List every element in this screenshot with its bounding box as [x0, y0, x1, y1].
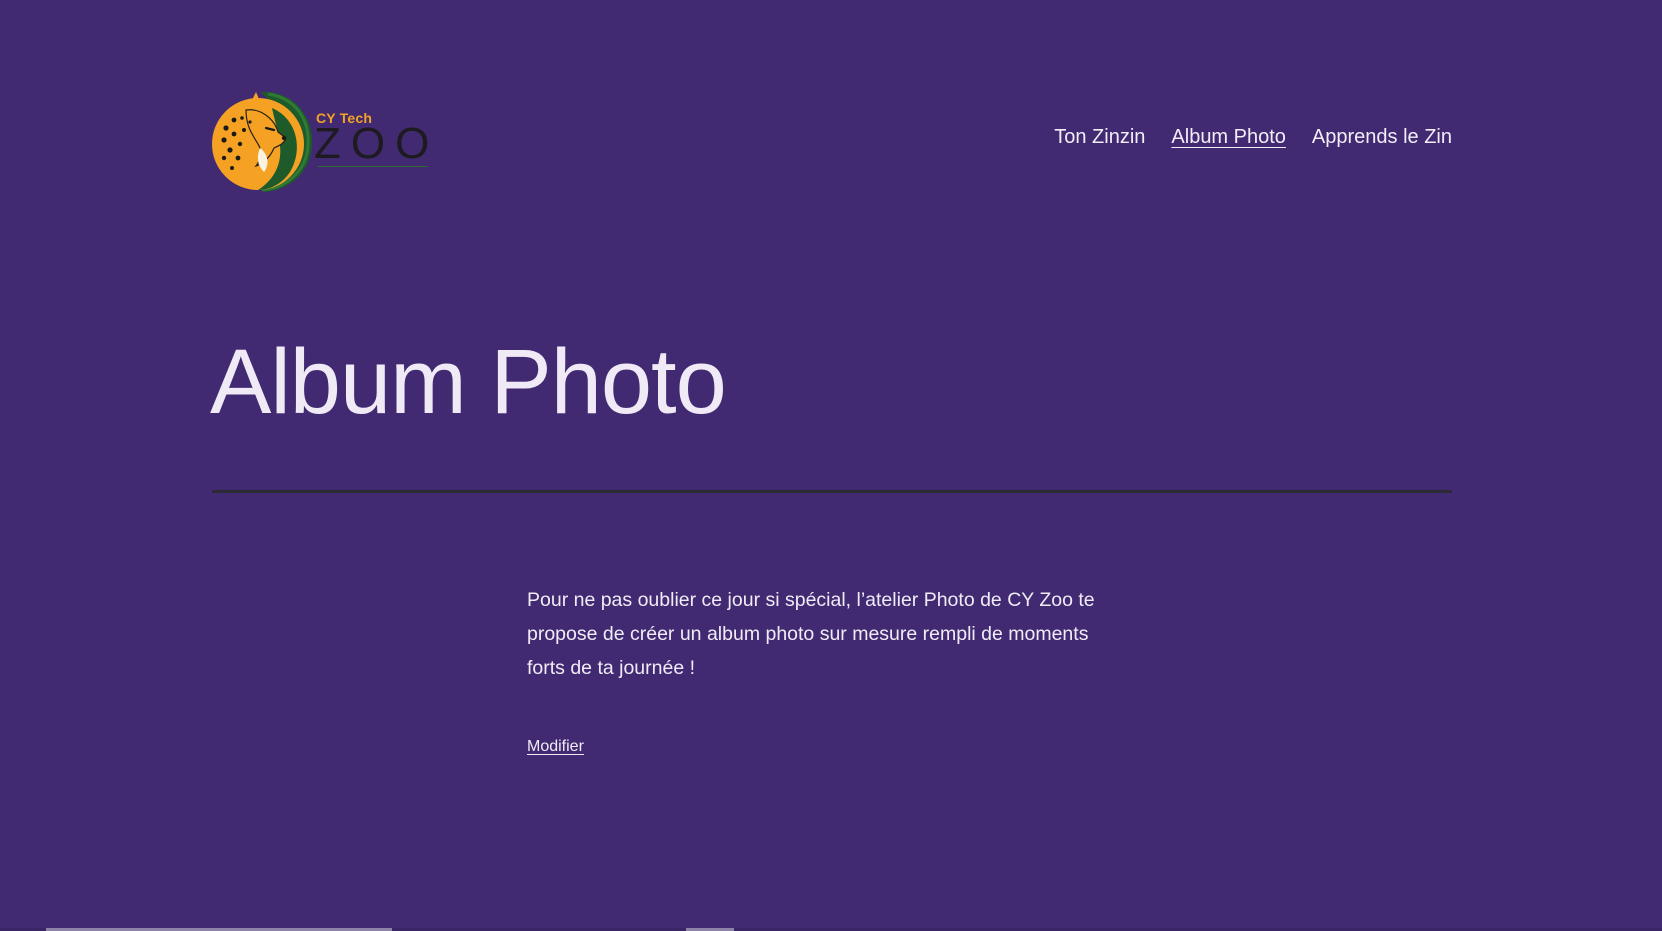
- body-paragraph: Pour ne pas oublier ce jour si spécial, …: [527, 589, 1095, 679]
- logo-underline: [318, 166, 428, 167]
- primary-nav: Ton Zinzin Album Photo Apprends le Zin: [1054, 126, 1452, 149]
- nav-item-apprends-le-zin[interactable]: Apprends le Zin: [1312, 126, 1452, 149]
- cheetah-icon: [212, 91, 312, 192]
- logo-title: ZOO: [314, 119, 440, 168]
- page-title: Album Photo: [210, 331, 727, 433]
- nav-item-ton-zinzin[interactable]: Ton Zinzin: [1054, 126, 1145, 149]
- site-header: CY Tech ZOO Ton Zinzin Album Photo Appre…: [212, 88, 1452, 194]
- title-divider: [212, 490, 1452, 493]
- edit-link[interactable]: Modifier: [527, 738, 584, 756]
- nav-item-album-photo[interactable]: Album Photo: [1171, 126, 1286, 149]
- entry-content: Pour ne pas oublier ce jour si spécial, …: [527, 583, 1127, 685]
- site-logo[interactable]: CY Tech ZOO: [212, 88, 432, 194]
